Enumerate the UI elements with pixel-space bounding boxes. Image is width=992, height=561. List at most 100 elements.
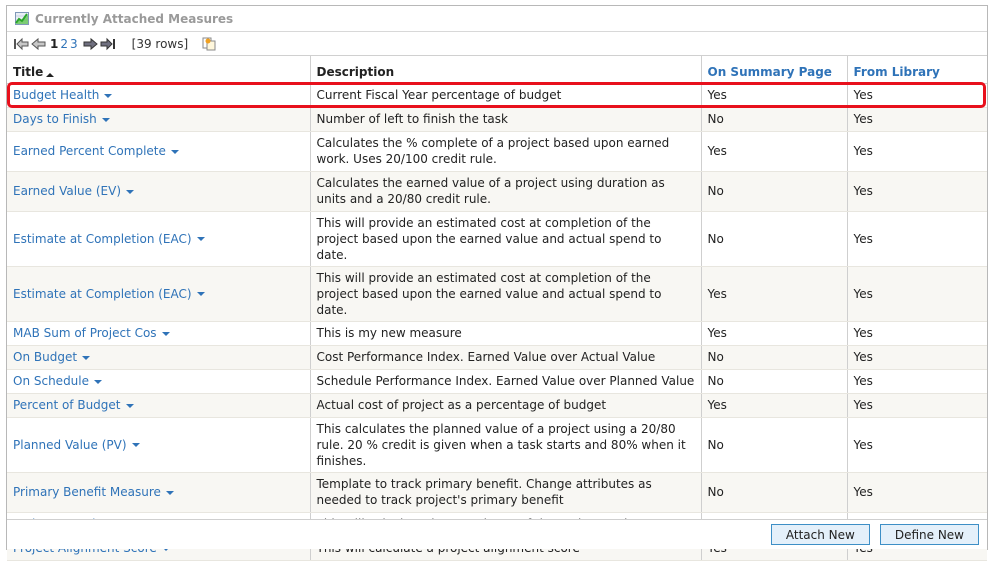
panel-header: Currently Attached Measures [7,6,987,32]
on-summary-page-cell: No [701,345,848,370]
table-row[interactable]: Budget Health Current Fiscal Year percent… [7,83,987,108]
table-header-row: Title Description On Summary Page From L… [7,56,987,84]
measure-title-link[interactable]: Budget Health [13,88,99,102]
attach-new-button[interactable]: Attach New [770,524,870,545]
measure-title-link[interactable]: On Budget [13,350,77,364]
dropdown-caret-icon[interactable] [196,237,205,241]
prev-page-icon[interactable] [31,37,47,51]
measure-title-link[interactable]: Earned Value (EV) [13,184,121,198]
from-library-cell: Yes [847,171,987,212]
column-header-title[interactable]: Title [7,56,311,84]
measure-title-link[interactable]: Earned Percent Complete [13,144,166,158]
from-library-cell: Yes [847,393,987,418]
next-page-icon[interactable] [82,37,98,51]
table-row[interactable]: Earned Percent Complete Calculates the % … [7,131,987,172]
description-cell: Template to track primary benefit. Chang… [310,472,702,513]
table-row[interactable]: Estimate at Completion (EAC) This will pr… [7,266,987,322]
dropdown-caret-icon[interactable] [170,149,179,154]
description-cell: This is my new measure [310,321,702,346]
from-library-cell: Yes [847,107,987,132]
title-cell: Days to Finish [7,107,311,132]
table-row[interactable]: Days to Finish Number of left to finish t… [7,107,987,132]
measure-title-link[interactable]: Planned Value (PV) [13,438,127,452]
measures-table: Title Description On Summary Page From L… [7,56,987,561]
dropdown-caret-icon[interactable] [161,331,170,336]
on-summary-page-cell: No [701,472,848,513]
on-summary-page-cell: Yes [701,83,848,108]
title-cell: Percent of Budget [7,393,311,418]
title-cell: MAB Sum of Project Cos [7,321,311,346]
define-new-button[interactable]: Define New [879,524,979,545]
description-cell: Current Fiscal Year percentage of budget [310,83,702,108]
dropdown-caret-icon[interactable] [165,490,174,495]
table-row[interactable]: Earned Value (EV) Calculates the earned v… [7,171,987,212]
measure-title-link[interactable]: Primary Benefit Measure [13,485,161,499]
dropdown-caret-icon[interactable] [125,403,134,408]
on-summary-page-cell: No [701,211,848,267]
measure-title-link[interactable]: Estimate at Completion (EAC) [13,232,192,246]
from-library-cell: Yes [847,321,987,346]
description-cell: Calculates the % complete of a project b… [310,131,702,172]
from-library-cell: Yes [847,369,987,394]
title-cell: Earned Value (EV) [7,171,311,212]
from-library-cell: Yes [847,266,987,322]
description-cell: Actual cost of project as a percentage o… [310,393,702,418]
panel-footer: Attach New Define New [7,519,987,549]
measure-title-link[interactable]: Days to Finish [13,112,97,126]
dropdown-caret-icon[interactable] [126,189,134,194]
description-cell: Cost Performance Index. Earned Value ove… [310,345,702,370]
on-summary-page-cell: Yes [701,266,848,322]
table-row[interactable]: Planned Value (PV) This calculates the pl… [7,417,987,473]
table-row[interactable]: Estimate at Completion (EAC) This will pr… [7,211,987,267]
dropdown-caret-icon[interactable] [82,355,91,360]
from-library-cell: Yes [847,472,987,513]
column-header-description[interactable]: Description [310,56,702,84]
from-library-cell: Yes [847,345,987,370]
measure-title-link[interactable]: On Schedule [13,374,89,388]
title-cell: Estimate at Completion (EAC) [7,211,311,267]
on-summary-page-cell: Yes [701,393,848,418]
column-header-from-library[interactable]: From Library [847,56,987,84]
last-page-icon[interactable] [100,37,116,51]
page-link-2[interactable]: 2 [60,37,68,51]
measure-title-link[interactable]: Percent of Budget [13,398,121,412]
sort-ascending-icon [46,73,55,77]
title-cell: On Schedule [7,369,311,394]
description-cell: This calculates the planned value of a p… [310,417,702,473]
rows-count: [39 rows] [131,36,189,51]
on-summary-page-cell: No [701,171,848,212]
from-library-cell: Yes [847,417,987,473]
description-cell: Calculates the earned value of a project… [310,171,702,212]
title-cell: Budget Health [7,83,311,108]
attached-measures-panel: Currently Attached Measures 1 2 3 [39 ro… [6,5,988,561]
from-library-cell: Yes [847,211,987,267]
title-cell: On Budget [7,345,311,370]
description-cell: Number of left to finish the task [310,107,702,132]
table-row[interactable]: On Budget Cost Performance Index. Earned … [7,345,987,370]
on-summary-page-cell: No [701,369,848,394]
table-row[interactable]: MAB Sum of Project Cos This is my new mea… [7,321,987,346]
measure-title-link[interactable]: Estimate at Completion (EAC) [13,287,192,301]
dropdown-caret-icon[interactable] [101,117,110,122]
page-link-1[interactable]: 1 [50,37,58,51]
dropdown-caret-icon[interactable] [131,443,140,447]
dropdown-caret-icon[interactable] [104,93,113,98]
dropdown-caret-icon[interactable] [196,292,205,296]
title-cell: Earned Percent Complete [7,131,311,172]
from-library-cell: Yes [847,131,987,172]
page-link-3[interactable]: 3 [70,37,78,51]
table-row[interactable]: Percent of Budget Actual cost of project … [7,393,987,418]
first-page-icon[interactable] [13,37,29,51]
table-row[interactable]: On Schedule Schedule Performance Index. E… [7,369,987,394]
measure-title-link[interactable]: MAB Sum of Project Cos [13,326,157,340]
dropdown-caret-icon[interactable] [94,379,103,384]
export-icon[interactable] [202,37,216,51]
on-summary-page-cell: Yes [701,131,848,172]
pagination-toolbar: 1 2 3 [39 rows] [7,32,987,56]
title-cell: Planned Value (PV) [7,417,311,473]
chart-icon [15,12,29,25]
description-cell: This will provide an estimated cost at c… [310,266,702,322]
title-cell: Estimate at Completion (EAC) [7,266,311,322]
column-header-on-summary-page[interactable]: On Summary Page [701,56,848,84]
table-row[interactable]: Primary Benefit Measure Template to track… [7,472,987,513]
